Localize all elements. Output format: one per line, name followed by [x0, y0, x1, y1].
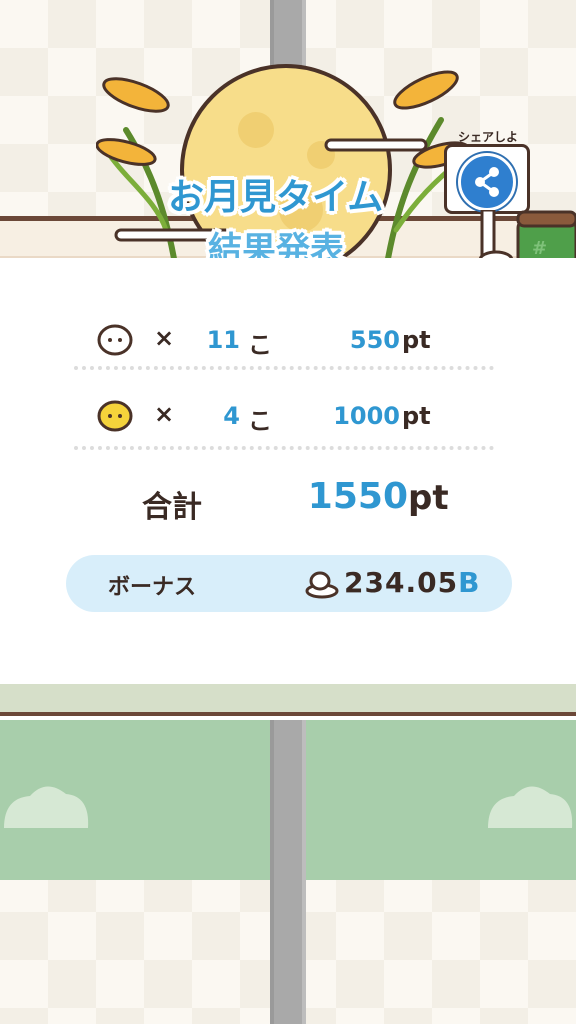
mochi-count: 11	[206, 326, 240, 354]
bonus-value: 234.05B	[344, 566, 481, 599]
mochi-stack-icon	[305, 571, 339, 599]
wooden-pillar-bottom-front	[270, 720, 306, 1024]
points-unit: pt	[402, 326, 431, 354]
mochi-count: 4	[223, 402, 240, 430]
bonus-panel: ボーナス 234.05B	[66, 555, 512, 612]
share-icon	[475, 167, 499, 197]
row-points: 1000	[333, 402, 400, 430]
total-value: 1550	[307, 476, 408, 517]
result-row-white-mochi: × 11 こ 550 pt	[96, 320, 496, 360]
count-unit: こ	[248, 331, 272, 359]
total-unit: pt	[408, 478, 449, 518]
floor-strip	[0, 684, 576, 714]
share-caption: シェアしよ	[458, 130, 519, 144]
divider	[74, 366, 494, 370]
yellow-mochi-icon	[97, 400, 133, 432]
multiply-sign: ×	[154, 400, 175, 428]
event-title: お月見タイム	[168, 177, 384, 218]
total-label: 合計	[142, 490, 202, 525]
points-unit: pt	[402, 402, 431, 430]
row-points: 550	[349, 326, 400, 354]
divider	[74, 446, 494, 450]
svg-text:#: #	[532, 238, 547, 259]
bonus-unit: B	[458, 566, 481, 599]
share-button[interactable]	[458, 153, 516, 211]
result-row-yellow-mochi: × 4 こ 1000 pt	[96, 396, 496, 436]
bonus-label: ボーナス	[108, 575, 197, 600]
count-unit: こ	[248, 407, 272, 435]
pine-cloud-left-icon	[4, 786, 89, 828]
multiply-sign: ×	[154, 324, 175, 352]
white-mochi-icon	[97, 324, 133, 356]
pine-cloud-right-icon	[488, 786, 573, 828]
